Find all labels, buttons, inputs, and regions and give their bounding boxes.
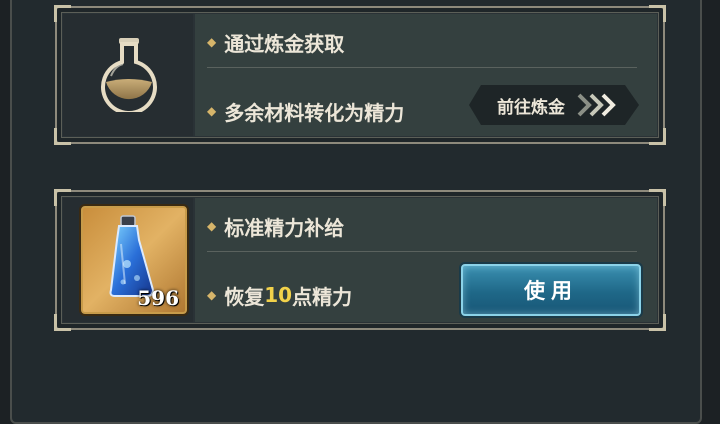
item-slot[interactable]: 596 bbox=[81, 206, 187, 314]
energy-supply-card: 596 ◆ 标准精力补给 ◆ 恢复 10 点精力 使用 bbox=[54, 189, 666, 331]
alchemy-title: 通过炼金获取 bbox=[224, 31, 345, 56]
supply-title: 标准精力补给 bbox=[224, 215, 345, 240]
alchemy-icon-area bbox=[63, 14, 193, 136]
supply-desc-suffix: 点精力 bbox=[292, 284, 353, 309]
goto-alchemy-label: 前往炼金 bbox=[497, 97, 565, 118]
supply-title-row: ◆ 标准精力补给 bbox=[207, 206, 637, 246]
alchemy-card: ◆ 通过炼金获取 ◆ 多余材料转化为精力 前往炼金 bbox=[54, 5, 666, 145]
alchemy-desc: 多余材料转化为精力 bbox=[224, 100, 405, 125]
divider bbox=[207, 67, 637, 68]
item-count: 596 bbox=[137, 286, 179, 310]
diamond-bullet-icon: ◆ bbox=[207, 104, 217, 118]
divider bbox=[207, 251, 637, 252]
supply-icon-area: 596 bbox=[63, 198, 193, 322]
use-button[interactable]: 使用 bbox=[461, 264, 641, 316]
alchemy-title-row: ◆ 通过炼金获取 bbox=[207, 22, 637, 62]
goto-alchemy-button[interactable]: 前往炼金 bbox=[469, 85, 639, 125]
supply-desc-amount: 10 bbox=[264, 283, 293, 307]
diamond-bullet-icon: ◆ bbox=[207, 35, 217, 49]
diamond-bullet-icon: ◆ bbox=[207, 288, 217, 302]
chevrons-right-icon bbox=[575, 92, 619, 118]
supply-desc-prefix: 恢复 bbox=[224, 284, 265, 309]
flask-icon bbox=[101, 38, 157, 112]
diamond-bullet-icon: ◆ bbox=[207, 219, 217, 233]
